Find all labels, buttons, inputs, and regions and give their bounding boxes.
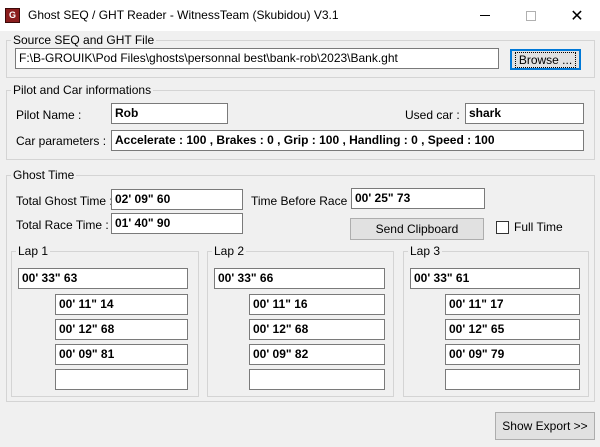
ghost-time-group: Ghost Time Total Ghost Time : 02' 09" 60… (6, 168, 595, 402)
source-group: Source SEQ and GHT File F:\B-GROUIK\Pod … (6, 33, 595, 78)
maximize-button[interactable] (508, 0, 554, 31)
lap-2-split-2-field[interactable]: 00' 12" 68 (249, 319, 385, 340)
lap-2-split-4-field[interactable] (249, 369, 385, 390)
close-button[interactable]: ✕ (554, 0, 600, 31)
window-title: Ghost SEQ / GHT Reader - WitnessTeam (Sk… (28, 8, 339, 22)
full-time-checkbox[interactable] (496, 221, 509, 234)
lap-1-split-3-field[interactable]: 00' 09" 81 (55, 344, 188, 365)
used-car-label: Used car : (405, 108, 460, 122)
lap-3-split-1-field[interactable]: 00' 11" 17 (445, 294, 580, 315)
lap-1-split-4-field[interactable] (55, 369, 188, 390)
lap-2-split-1-field[interactable]: 00' 11" 16 (249, 294, 385, 315)
lap-1-split-1-field[interactable]: 00' 11" 14 (55, 294, 188, 315)
time-before-race-field[interactable]: 00' 25" 73 (351, 188, 485, 209)
lap-2-total-field[interactable]: 00' 33" 66 (214, 268, 385, 289)
lap-3-group: Lap 3 00' 33" 61 00' 11" 17 00' 12" 65 0… (403, 244, 589, 397)
lap-2-split-3-field[interactable]: 00' 09" 82 (249, 344, 385, 365)
lap-3-legend: Lap 3 (408, 244, 443, 258)
pilot-name-field[interactable]: Rob (111, 103, 228, 124)
total-race-time-label: Total Race Time : (16, 218, 109, 232)
lap-3-split-3-field[interactable]: 00' 09" 79 (445, 344, 580, 365)
lap-3-split-4-field[interactable] (445, 369, 580, 390)
lap-3-total-field[interactable]: 00' 33" 61 (410, 268, 580, 289)
car-parameters-field[interactable]: Accelerate : 100 , Brakes : 0 , Grip : 1… (111, 130, 584, 151)
browse-label: Browse ... (514, 51, 577, 68)
total-ghost-time-label: Total Ghost Time : (16, 194, 113, 208)
ghost-time-legend: Ghost Time (11, 168, 77, 182)
pilot-group: Pilot and Car informations Pilot Name : … (6, 83, 595, 160)
total-ghost-time-field[interactable]: 02' 09" 60 (111, 189, 243, 210)
full-time-label[interactable]: Full Time (514, 220, 563, 234)
pilot-name-label: Pilot Name : (16, 108, 82, 122)
minimize-button[interactable] (462, 0, 508, 31)
source-path-field[interactable]: F:\B-GROUIK\Pod Files\ghosts\personnal b… (15, 48, 499, 69)
app-icon: G (5, 8, 20, 23)
browse-button[interactable]: Browse ... (510, 49, 581, 70)
close-icon: ✕ (570, 7, 584, 25)
send-clipboard-button[interactable]: Send Clipboard (350, 218, 484, 240)
show-export-button[interactable]: Show Export >> (495, 412, 595, 440)
maximize-icon (526, 10, 536, 21)
lap-1-group: Lap 1 00' 33" 63 00' 11" 14 00' 12" 68 0… (11, 244, 199, 397)
pilot-legend: Pilot and Car informations (11, 83, 154, 97)
title-bar[interactable]: G Ghost SEQ / GHT Reader - WitnessTeam (… (0, 0, 600, 31)
lap-2-legend: Lap 2 (212, 244, 247, 258)
show-export-label: Show Export >> (502, 419, 588, 433)
source-legend: Source SEQ and GHT File (11, 33, 157, 47)
lap-1-total-field[interactable]: 00' 33" 63 (18, 268, 188, 289)
lap-2-group: Lap 2 00' 33" 66 00' 11" 16 00' 12" 68 0… (207, 244, 394, 397)
lap-1-split-2-field[interactable]: 00' 12" 68 (55, 319, 188, 340)
used-car-field[interactable]: shark (465, 103, 584, 124)
lap-1-legend: Lap 1 (16, 244, 51, 258)
car-parameters-label: Car parameters : (16, 134, 107, 148)
total-race-time-field[interactable]: 01' 40" 90 (111, 213, 243, 234)
send-clipboard-label: Send Clipboard (375, 222, 459, 236)
time-before-race-label: Time Before Race : (251, 194, 354, 208)
lap-3-split-2-field[interactable]: 00' 12" 65 (445, 319, 580, 340)
minimize-icon (480, 15, 490, 16)
